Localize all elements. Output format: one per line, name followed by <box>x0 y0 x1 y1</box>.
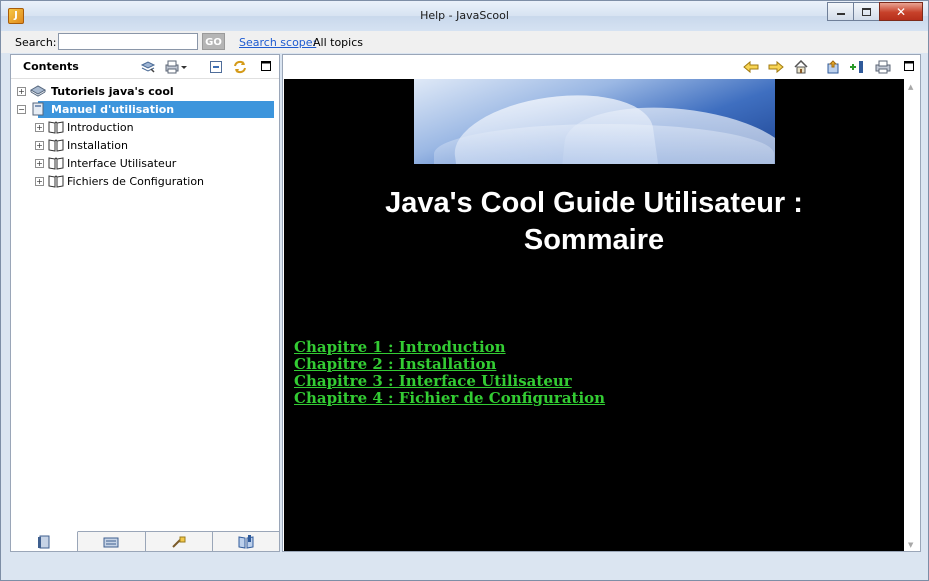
back-arrow-icon[interactable] <box>743 60 759 74</box>
bookmark-add-icon[interactable] <box>849 60 865 74</box>
tree-item-label: Manuel d'utilisation <box>51 103 175 116</box>
maximize-button[interactable] <box>853 2 880 21</box>
print-dropdown-icon[interactable] <box>165 60 189 74</box>
window-title: Help - JavaScool <box>420 9 509 22</box>
tree-item-fichiers-de-configuration[interactable]: + Fichiers de Configuration <box>11 173 279 191</box>
tree-item-installation[interactable]: + Installation <box>11 137 279 155</box>
search-tab-icon <box>171 535 187 549</box>
expand-toggle[interactable]: + <box>17 87 26 96</box>
tab-contents[interactable] <box>11 531 79 551</box>
home-icon[interactable] <box>793 60 809 74</box>
search-bar: Search: GO Search scope: All topics <box>1 31 928 53</box>
contents-tab-icon <box>37 535 51 549</box>
open-book-icon <box>48 156 64 170</box>
contents-title: Contents <box>23 60 79 73</box>
chapter-list: Chapitre 1 : Introduction Chapitre 2 : I… <box>294 339 605 407</box>
index-tab-icon <box>103 535 119 549</box>
document-toolbar <box>283 55 920 79</box>
close-button[interactable]: ✕ <box>879 2 923 21</box>
go-button[interactable]: GO <box>202 33 225 50</box>
tree-item-label: Fichiers de Configuration <box>67 175 205 188</box>
search-input[interactable] <box>58 33 198 50</box>
window-controls: ✕ <box>827 2 923 21</box>
minimize-button[interactable] <box>827 2 854 21</box>
book-stack-icon <box>30 84 46 98</box>
contents-toolbar: Contents <box>11 55 279 79</box>
sync-icon[interactable] <box>233 60 247 74</box>
tree-item-label: Tutoriels java's cool <box>51 85 174 98</box>
contents-tree: + Tutoriels java's cool − Manuel d'utili… <box>11 83 279 191</box>
open-book-icon <box>48 138 64 152</box>
chapter-link-1[interactable]: Chapitre 1 : Introduction <box>294 339 605 356</box>
print-icon[interactable] <box>875 60 891 74</box>
chapter-link-4[interactable]: Chapitre 4 : Fichier de Configuration <box>294 390 605 407</box>
link-with-contents-icon[interactable] <box>140 60 156 74</box>
expand-toggle[interactable]: + <box>35 123 44 132</box>
show-in-contents-icon[interactable] <box>825 60 841 74</box>
document-panel: Java's Cool Guide Utilisateur : Sommaire… <box>282 54 921 552</box>
tree-item-manuel[interactable]: − Manuel d'utilisation <box>11 101 279 119</box>
document-title-line1: Java's Cool Guide Utilisateur : <box>385 187 803 219</box>
tree-item-label: Interface Utilisateur <box>67 157 177 170</box>
collapse-all-icon[interactable] <box>209 60 223 74</box>
open-book-banner <box>414 79 775 164</box>
bookmarks-tab-icon <box>238 534 254 549</box>
contents-panel: Contents + Tutoriels java's cool − Manue… <box>10 54 280 552</box>
document-title: Java's Cool Guide Utilisateur : Sommaire <box>284 185 904 259</box>
tree-item-label: Introduction <box>67 121 134 134</box>
chapter-link-3[interactable]: Chapitre 3 : Interface Utilisateur <box>294 373 605 390</box>
minimize-icon <box>836 13 845 15</box>
open-book-icon <box>48 174 64 188</box>
forward-arrow-icon[interactable] <box>768 60 784 74</box>
tree-item-tutoriels[interactable]: + Tutoriels java's cool <box>11 83 279 101</box>
search-scope-value: All topics <box>313 36 363 49</box>
scroll-down-icon[interactable]: ▼ <box>908 541 916 549</box>
title-bar[interactable]: J Help - JavaScool ✕ <box>1 1 928 31</box>
tab-index[interactable] <box>78 532 146 551</box>
scroll-up-icon[interactable]: ▲ <box>908 83 916 91</box>
book-stack-icon <box>30 102 46 116</box>
navigation-tabs <box>11 531 279 551</box>
expand-toggle[interactable]: + <box>35 159 44 168</box>
tree-item-interface-utilisateur[interactable]: + Interface Utilisateur <box>11 155 279 173</box>
help-window: J Help - JavaScool ✕ Search: GO Search s… <box>0 0 929 581</box>
expand-toggle[interactable]: + <box>35 141 44 150</box>
tree-item-introduction[interactable]: + Introduction <box>11 119 279 137</box>
document-title-line2: Sommaire <box>523 224 665 256</box>
collapse-toggle[interactable]: − <box>17 105 26 114</box>
maximize-view-icon[interactable] <box>903 60 915 74</box>
search-scope-link[interactable]: Search scope: <box>239 36 316 49</box>
status-bar <box>1 553 928 580</box>
maximize-view-icon[interactable] <box>260 60 274 74</box>
document-content[interactable]: Java's Cool Guide Utilisateur : Sommaire… <box>284 79 904 551</box>
close-icon: ✕ <box>895 4 907 19</box>
tab-bookmarks[interactable] <box>212 532 279 551</box>
chapter-link-2[interactable]: Chapitre 2 : Installation <box>294 356 605 373</box>
maximize-icon <box>862 7 871 16</box>
vertical-scrollbar[interactable]: ▲ ▼ <box>905 79 919 551</box>
open-book-icon <box>48 120 64 134</box>
search-label: Search: <box>15 36 57 49</box>
expand-toggle[interactable]: + <box>35 177 44 186</box>
tree-item-label: Installation <box>67 139 128 152</box>
tab-search[interactable] <box>145 532 213 551</box>
